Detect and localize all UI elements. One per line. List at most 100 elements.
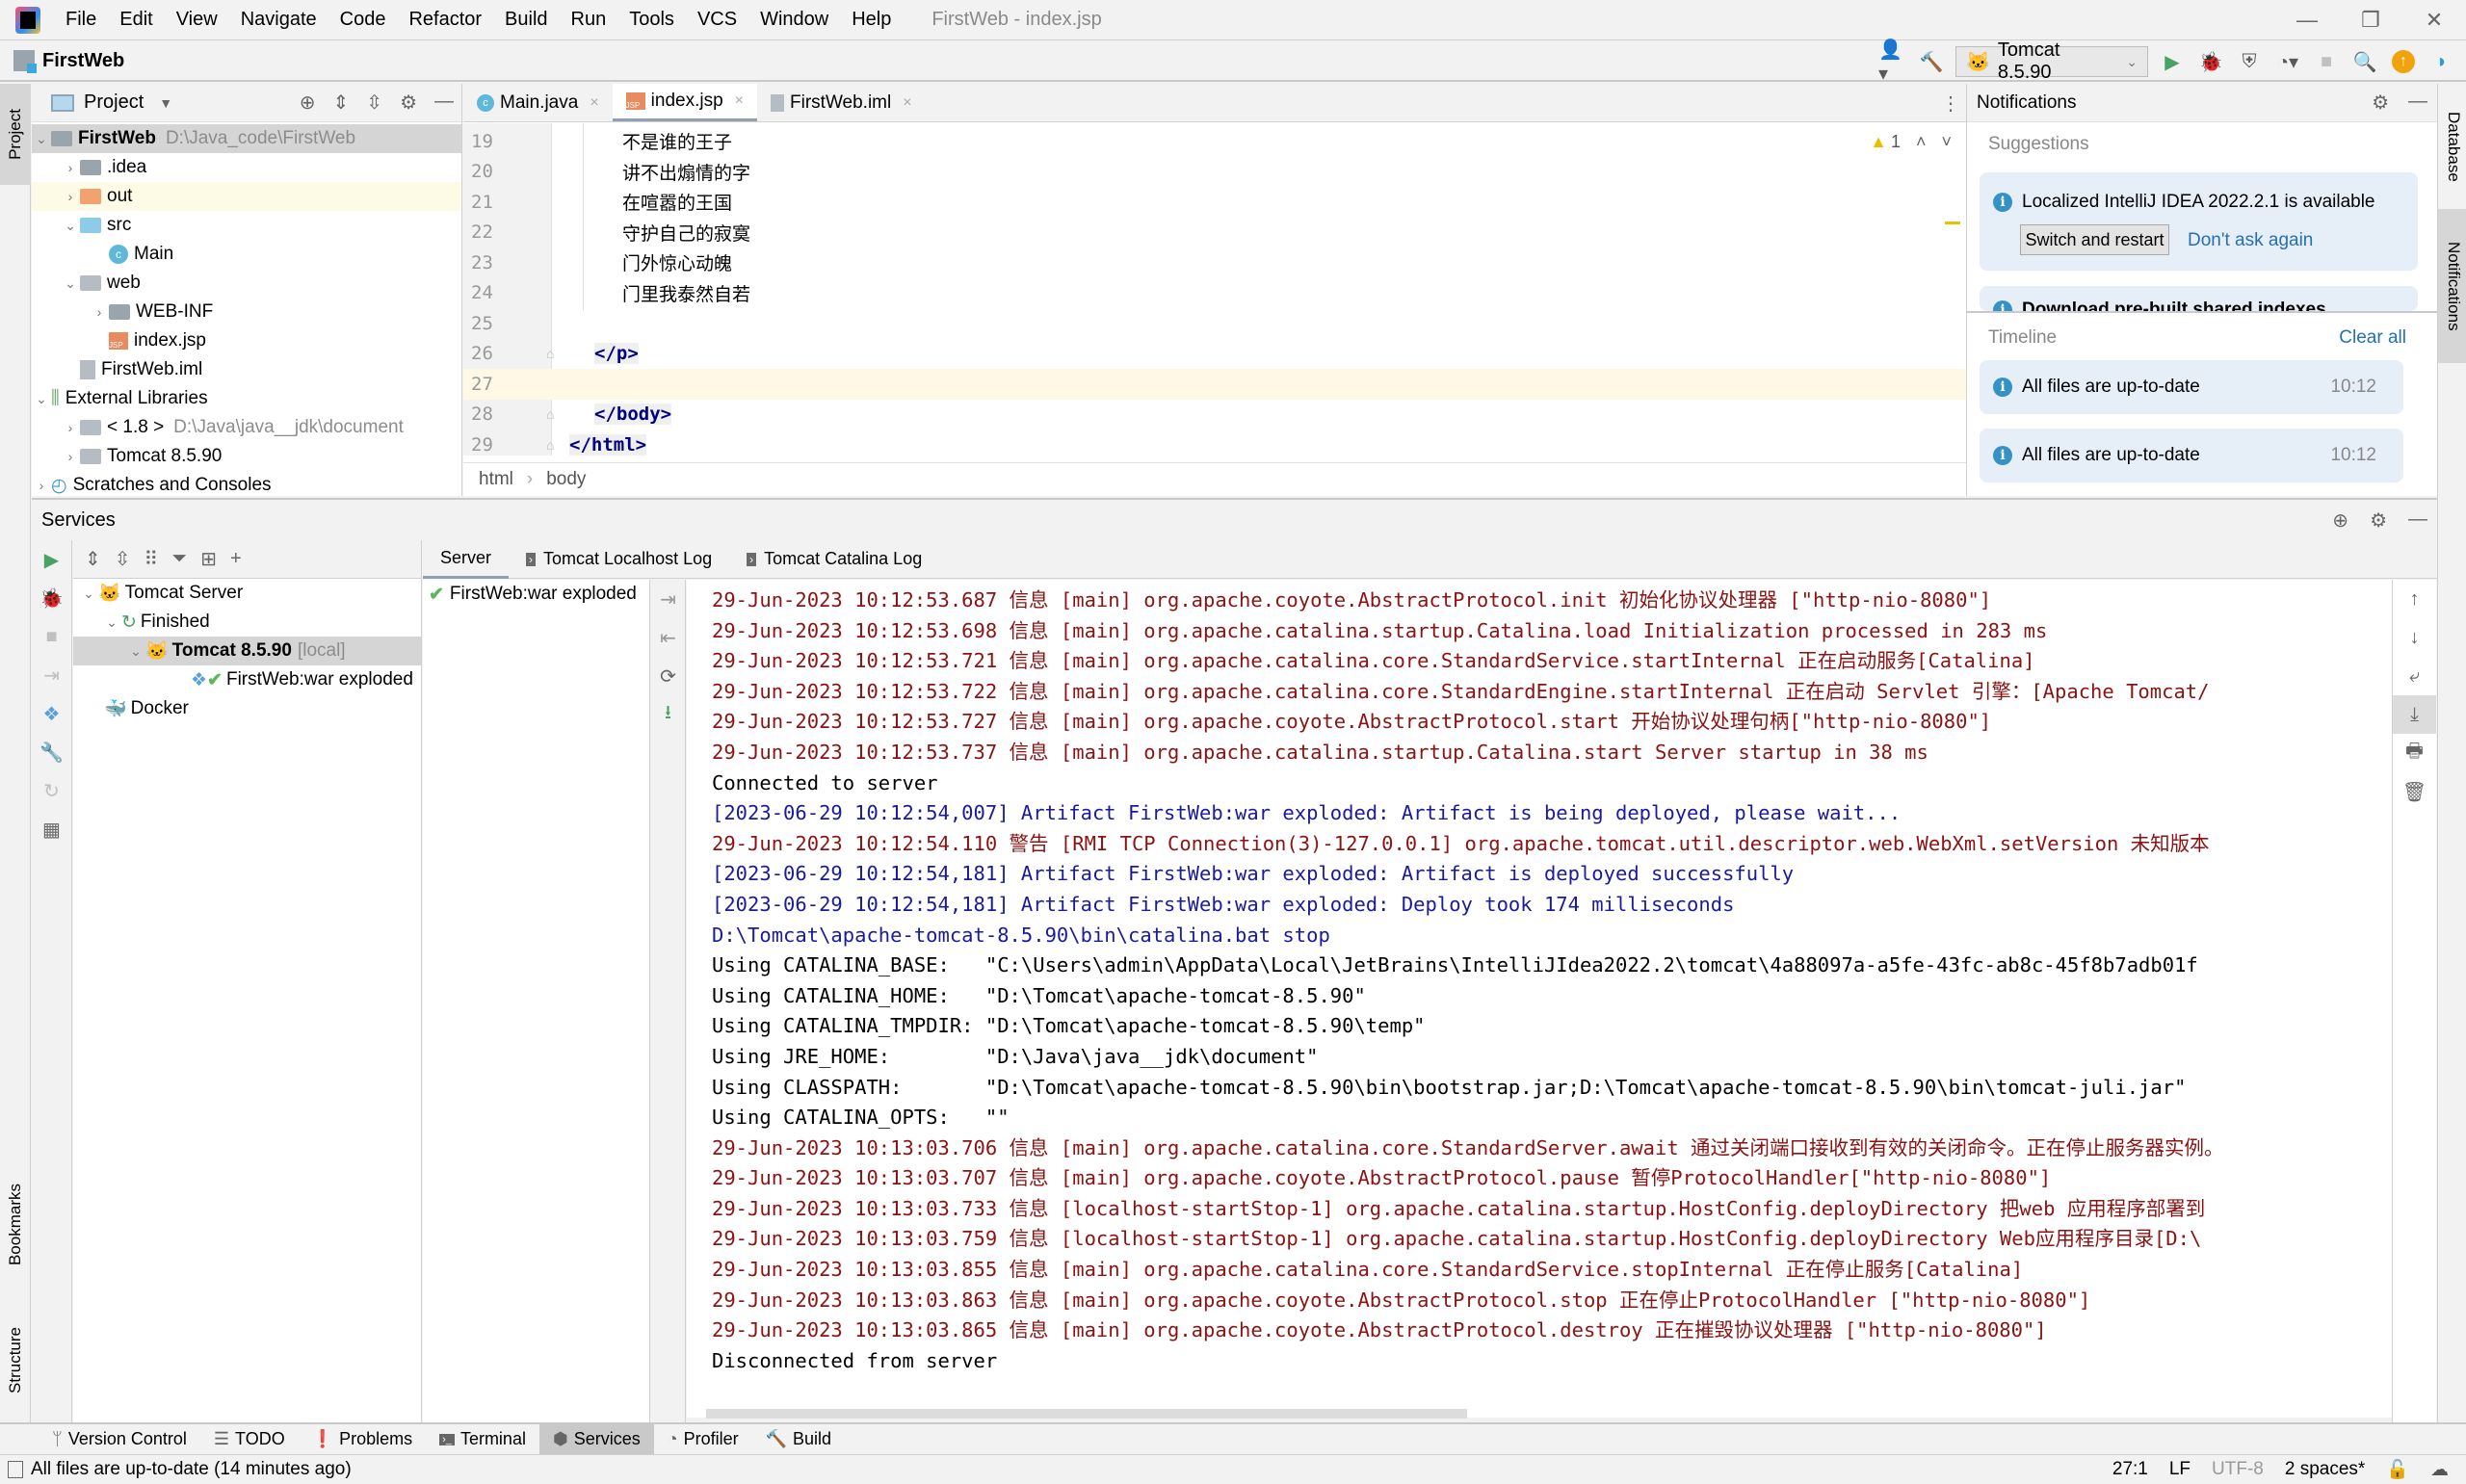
dont-ask-again-link[interactable]: Don't ask again bbox=[2188, 230, 2313, 251]
undeploy-icon[interactable]: ⇤ bbox=[651, 618, 685, 657]
tree-item-web-inf[interactable]: › WEB-INF bbox=[32, 298, 461, 326]
help-cloud-icon[interactable]: ☁ bbox=[2430, 1459, 2449, 1481]
database-tool-tab[interactable]: Database bbox=[2438, 93, 2466, 199]
fold-icon[interactable]: ⌂ bbox=[546, 437, 554, 453]
fold-icon[interactable]: ⌂ bbox=[546, 346, 554, 361]
breadcrumb-body[interactable]: body bbox=[546, 469, 586, 490]
tree-item-docker[interactable]: 🐳 Docker bbox=[73, 694, 421, 723]
tree-item-main[interactable]: c Main bbox=[32, 240, 461, 269]
group-by-icon[interactable]: ⠿ bbox=[144, 547, 159, 571]
menu-help[interactable]: Help bbox=[840, 9, 903, 31]
code-line[interactable]: 28 ⌂ </body> bbox=[463, 400, 1966, 430]
run-configuration-select[interactable]: 🐱 Tomcat 8.5.90 ⌄ bbox=[1955, 39, 2148, 83]
console-output[interactable]: 29-Jun-2023 10:12:53.687 信息 [main] org.a… bbox=[687, 580, 2392, 1418]
notifications-tool-tab[interactable]: Notifications bbox=[2438, 209, 2466, 363]
next-highlight-icon[interactable]: ˅ bbox=[1941, 132, 1952, 152]
expand-all-icon[interactable]: ⇕ bbox=[85, 547, 101, 571]
tool-build[interactable]: 🔨 Build bbox=[752, 1424, 845, 1454]
tree-item-out[interactable]: › out bbox=[32, 182, 461, 211]
menu-vcs[interactable]: VCS bbox=[686, 9, 748, 31]
code-line[interactable]: 23 门外惊心动魄 bbox=[463, 247, 1966, 278]
user-icon[interactable]: 👤▾ bbox=[1878, 39, 1907, 85]
minimize-icon[interactable]: — bbox=[2275, 0, 2339, 40]
deployment-item[interactable]: ✔ FirstWeb:war exploded bbox=[423, 580, 649, 609]
menu-refactor[interactable]: Refactor bbox=[397, 9, 493, 31]
tool-services[interactable]: ⬢ Services bbox=[538, 1424, 654, 1454]
search-icon[interactable]: 🔍 bbox=[2350, 47, 2379, 76]
coverage-icon[interactable]: ⛨ bbox=[2235, 47, 2264, 76]
code-line[interactable]: 22 守护自己的寂寞 bbox=[463, 218, 1966, 248]
tree-item-firstweb-iml[interactable]: FirstWeb.iml bbox=[32, 355, 461, 384]
run-icon[interactable]: ▶ bbox=[32, 540, 71, 579]
more-tabs-icon[interactable]: ⋮ bbox=[1941, 91, 1960, 116]
warning-icon[interactable]: ▲ bbox=[1870, 132, 1887, 152]
collapse-all-icon[interactable]: ⇳ bbox=[115, 547, 131, 571]
filter-icon[interactable]: ⏷ bbox=[171, 548, 187, 570]
close-tab-icon[interactable]: × bbox=[903, 94, 911, 112]
tab-firstweb-iml[interactable]: FirstWeb.iml × bbox=[757, 84, 926, 121]
debug-icon[interactable]: 🐞 bbox=[32, 579, 71, 617]
code-line[interactable]: 29 ⌂ </html> bbox=[463, 430, 1966, 460]
close-tab-icon[interactable]: × bbox=[735, 92, 744, 110]
tree-item-finished[interactable]: ⌄ ↻ Finished bbox=[73, 608, 421, 637]
tab-localhost-log[interactable]: › Tomcat Localhost Log bbox=[509, 540, 729, 579]
code-with-me-icon[interactable]: ◗ bbox=[2427, 47, 2456, 76]
edit-config-icon[interactable]: 🔧 bbox=[32, 733, 71, 771]
settings-gear-icon[interactable]: ⚙ bbox=[2370, 508, 2387, 533]
tab-index-jsp[interactable]: JSP index.jsp × bbox=[612, 84, 758, 121]
artifact-icon[interactable]: ❖ bbox=[32, 694, 71, 733]
caret-position[interactable]: 27:1 bbox=[2112, 1459, 2148, 1480]
tree-item-artifact[interactable]: ❖ ✔ FirstWeb:war exploded bbox=[73, 665, 421, 694]
tree-item-web[interactable]: ⌄ web bbox=[32, 269, 461, 298]
close-icon[interactable]: ✕ bbox=[2402, 0, 2466, 40]
warning-marker[interactable] bbox=[1945, 221, 1960, 224]
menu-window[interactable]: Window bbox=[748, 9, 840, 31]
hide-panel-icon[interactable]: — bbox=[2408, 91, 2427, 115]
expand-all-icon[interactable]: ⇕ bbox=[333, 91, 350, 115]
locate-icon[interactable]: ⊕ bbox=[300, 91, 316, 115]
close-tab-icon[interactable]: × bbox=[590, 94, 598, 112]
horizontal-scrollbar[interactable] bbox=[706, 1409, 1467, 1419]
scroll-down-icon[interactable]: ↓ bbox=[2393, 618, 2436, 657]
deploy-icon[interactable]: ⇥ bbox=[32, 656, 71, 694]
code-line[interactable]: 24 门里我泰然自若 bbox=[463, 278, 1966, 309]
menu-code[interactable]: Code bbox=[328, 9, 398, 31]
crosshair-icon[interactable]: ⊕ bbox=[2332, 508, 2348, 533]
code-line[interactable]: 26 ⌂ </p> bbox=[463, 339, 1966, 370]
new-tab-icon[interactable]: ⊞ bbox=[200, 547, 217, 571]
code-line[interactable]: 25 bbox=[463, 308, 1966, 339]
status-message[interactable]: All files are up-to-date (14 minutes ago… bbox=[31, 1459, 352, 1480]
tree-item-tomcat-local[interactable]: ⌄ 🐱 Tomcat 8.5.90 [local] bbox=[73, 637, 421, 665]
tab-main-java[interactable]: c Main.java × bbox=[463, 84, 613, 121]
stop-icon[interactable]: ■ bbox=[32, 617, 71, 656]
profile-icon[interactable]: ◔▾ bbox=[2273, 47, 2302, 76]
scroll-up-icon[interactable]: ↑ bbox=[2393, 580, 2436, 618]
tab-server[interactable]: Server bbox=[423, 540, 510, 579]
clear-all-icon[interactable]: 🗑 bbox=[2393, 772, 2436, 811]
menu-run[interactable]: Run bbox=[560, 9, 618, 31]
project-tool-tab[interactable]: Project bbox=[0, 84, 31, 185]
hide-panel-icon[interactable]: — bbox=[434, 91, 454, 115]
tree-item-index-jsp[interactable]: JSP index.jsp bbox=[32, 326, 461, 355]
tab-catalina-log[interactable]: › Tomcat Catalina Log bbox=[729, 540, 939, 579]
menu-edit[interactable]: Edit bbox=[108, 9, 164, 31]
menu-view[interactable]: View bbox=[165, 9, 229, 31]
menu-navigate[interactable]: Navigate bbox=[229, 9, 328, 31]
breadcrumb-project[interactable]: FirstWeb bbox=[42, 50, 124, 72]
fold-icon[interactable]: ⌂ bbox=[546, 406, 554, 422]
add-service-icon[interactable]: + bbox=[230, 548, 242, 570]
redeploy-icon[interactable]: ⟳ bbox=[651, 657, 685, 695]
menu-build[interactable]: Build bbox=[493, 9, 559, 31]
tree-item-external-libraries[interactable]: ⌄ ⫼ External Libraries bbox=[32, 384, 461, 413]
refresh-icon[interactable]: ↻ bbox=[32, 771, 71, 810]
build-hammer-icon[interactable]: 🔨 bbox=[1917, 47, 1946, 76]
previous-highlight-icon[interactable]: ˄ bbox=[1916, 132, 1927, 152]
menu-file[interactable]: File bbox=[54, 9, 108, 31]
lock-icon[interactable]: 🔓 bbox=[2386, 1458, 2409, 1481]
code-line[interactable]: 20 讲不出煽情的字 bbox=[463, 157, 1966, 188]
tool-todo[interactable]: ☰ TODO bbox=[200, 1424, 299, 1454]
collapse-all-icon[interactable]: ⇳ bbox=[366, 91, 382, 115]
deploy-icon[interactable]: ⇥ bbox=[651, 580, 685, 618]
tree-item-idea[interactable]: › .idea bbox=[32, 153, 461, 182]
tree-item-scratches[interactable]: › ◴ Scratches and Consoles bbox=[32, 471, 461, 500]
